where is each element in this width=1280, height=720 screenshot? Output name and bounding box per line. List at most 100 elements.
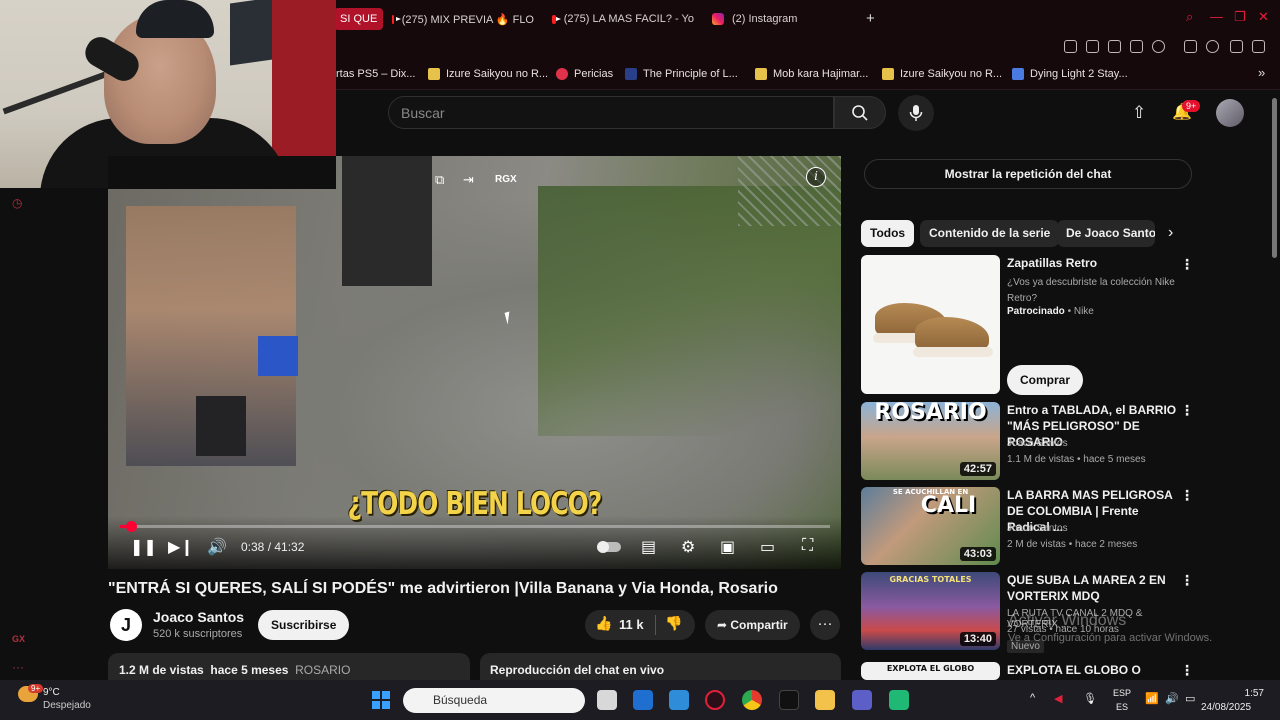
show-chat-replay-button[interactable]: Mostrar la repetición del chat: [864, 159, 1192, 189]
extensions-icon[interactable]: [1184, 40, 1197, 53]
bookmarks-more-button[interactable]: »: [1258, 65, 1265, 80]
screenshot-icon[interactable]: [1086, 40, 1099, 53]
video-title[interactable]: QUE SUBA LA MAREA 2 EN VORTERIX MDQ: [1007, 572, 1179, 604]
ad-cta-button[interactable]: Comprar: [1007, 365, 1084, 395]
more-actions-button[interactable]: ···: [810, 610, 840, 640]
settings-gear-icon[interactable]: ⚙: [681, 537, 695, 557]
sidebar-more-icon[interactable]: ···: [12, 660, 24, 674]
recommended-video[interactable]: ROSARIO 42:57 Entro a TABLADA, el BARRIO…: [861, 402, 1196, 480]
subtitles-icon[interactable]: ▤: [641, 537, 656, 557]
weather-description[interactable]: Despejado: [43, 700, 91, 711]
chrome-icon[interactable]: [742, 690, 762, 710]
file-explorer-icon[interactable]: [815, 690, 835, 710]
search-button[interactable]: [834, 96, 886, 129]
thumbs-down-icon[interactable]: 👎: [665, 615, 682, 632]
ad-title[interactable]: Zapatillas Retro: [1007, 256, 1097, 270]
browser-search-icon[interactable]: ⌕: [1186, 9, 1193, 25]
tab-active[interactable]: SI QUE: [334, 8, 384, 30]
tab-instagram[interactable]: (2) Instagram: [712, 8, 797, 30]
recommended-video[interactable]: SE ACUCHILLAN EN CALI 43:03 LA BARRA MAS…: [861, 487, 1196, 565]
video-menu-icon[interactable]: ⋮: [1180, 402, 1194, 419]
bookmark-item[interactable]: The Principle of L...: [625, 68, 738, 80]
tray-app-icon[interactable]: ◀: [1054, 692, 1062, 705]
pin-icon[interactable]: [1064, 40, 1077, 53]
bookmark-item[interactable]: Mob kara Hajimar...: [755, 68, 868, 80]
bookmark-item[interactable]: Izure Saikyou no R...: [428, 68, 548, 80]
play-icon[interactable]: [1130, 40, 1143, 53]
video-thumbnail[interactable]: SE ACUCHILLAN EN CALI 43:03: [861, 487, 1000, 565]
info-icon[interactable]: i: [806, 167, 826, 187]
video-thumbnail[interactable]: ROSARIO 42:57: [861, 402, 1000, 480]
teams-icon[interactable]: [852, 690, 872, 710]
tiktok-icon[interactable]: [779, 690, 799, 710]
channel-name[interactable]: Joaco Santos: [153, 609, 244, 625]
miniplayer-icon[interactable]: ▣: [720, 537, 735, 557]
minimize-icon[interactable]: —: [1210, 9, 1223, 24]
subscribe-button[interactable]: Suscribirse: [258, 610, 350, 640]
share-button[interactable]: ➦ Compartir: [705, 610, 800, 640]
thumbs-up-icon[interactable]: 👍: [595, 615, 612, 632]
video-menu-icon[interactable]: ⋮: [1180, 662, 1194, 679]
taskbar-date[interactable]: 24/08/2025: [1201, 702, 1251, 713]
progress-bar[interactable]: [120, 525, 830, 528]
rgx-label[interactable]: RGX: [495, 174, 517, 185]
menu-icon[interactable]: [1252, 40, 1265, 53]
exit-icon[interactable]: ⇥: [463, 172, 474, 188]
keyboard-layout[interactable]: ES: [1116, 702, 1128, 712]
upload-icon[interactable]: ⇧: [1132, 103, 1146, 123]
taskbar-clock[interactable]: 1:57: [1214, 688, 1264, 699]
whatsapp-icon[interactable]: [889, 690, 909, 710]
video-thumbnail[interactable]: GRACIAS TOTALES 13:40: [861, 572, 1000, 650]
channel-avatar[interactable]: J: [110, 609, 142, 641]
volume-icon[interactable]: 🔊: [207, 537, 227, 557]
page-scrollbar-thumb[interactable]: [1272, 98, 1277, 258]
block-icon[interactable]: [1108, 40, 1121, 53]
outlook-icon[interactable]: [633, 690, 653, 710]
video-thumbnail[interactable]: EXPLOTA EL GLOBO: [861, 662, 1000, 680]
history-icon[interactable]: ◷: [12, 196, 22, 210]
account-avatar[interactable]: [1216, 99, 1244, 127]
close-icon[interactable]: ✕: [1258, 9, 1269, 25]
weather-temperature[interactable]: 9°C: [43, 687, 60, 698]
bookmark-item[interactable]: rtas PS5 – Dix...: [336, 68, 415, 80]
like-count[interactable]: 11 k: [619, 617, 644, 632]
recommended-video[interactable]: EXPLOTA EL GLOBO EXPLOTA EL GLOBO O ⋮: [861, 662, 1196, 680]
profile-icon[interactable]: [1206, 40, 1219, 53]
taskbar-search-input[interactable]: Búsqueda: [403, 688, 585, 713]
tab-la-mas-facil[interactable]: (275) LA MAS FACIL? - Yo: [552, 8, 694, 30]
heart-icon[interactable]: [1152, 40, 1165, 53]
tray-mic-icon[interactable]: 🎙: [1083, 692, 1097, 705]
next-icon[interactable]: ▶❙: [168, 537, 194, 557]
fullscreen-icon[interactable]: ⛶: [802, 537, 813, 555]
video-title[interactable]: EXPLOTA EL GLOBO O: [1007, 662, 1179, 678]
video-player[interactable]: ⧉ ⇥ RGX i ¿TODO BIEN LOCO? ❚❚ ▶❙ 🔊 0:38 …: [108, 156, 841, 569]
windows-start-icon[interactable]: [372, 691, 390, 709]
chat-replay-panel[interactable]: Reproducción del chat en vivo: [480, 653, 841, 680]
ad-menu-icon[interactable]: ⋮: [1180, 256, 1194, 273]
tray-chevron-up-icon[interactable]: ^: [1030, 692, 1035, 704]
task-view-icon[interactable]: [597, 690, 617, 710]
autoplay-toggle[interactable]: [597, 541, 621, 553]
hashtag[interactable]: ROSARIO: [295, 663, 350, 677]
maximize-icon[interactable]: ❐: [1234, 9, 1246, 25]
ad-thumbnail[interactable]: [861, 255, 1000, 394]
tab-mix-previa[interactable]: (275) MIX PREVIA 🔥 FLO: [392, 8, 534, 30]
chip-from-channel[interactable]: De Joaco Santos: [1057, 220, 1155, 247]
battery-icon[interactable]: ▭: [1185, 692, 1195, 705]
video-menu-icon[interactable]: ⋮: [1180, 487, 1194, 504]
copy-icon[interactable]: ⧉: [435, 172, 444, 188]
opera-gx-icon[interactable]: [705, 690, 725, 710]
gx-icon[interactable]: GX: [12, 634, 25, 644]
theater-mode-icon[interactable]: ▭: [760, 537, 775, 557]
download-icon[interactable]: [1230, 40, 1243, 53]
video-menu-icon[interactable]: ⋮: [1180, 572, 1194, 589]
search-input[interactable]: Buscar: [388, 96, 834, 129]
input-language[interactable]: ESP: [1113, 688, 1131, 698]
bookmark-item[interactable]: Izure Saikyou no R...: [882, 68, 1002, 80]
speaker-icon[interactable]: 🔊: [1165, 692, 1179, 705]
video-channel[interactable]: Joaco Santos: [1007, 523, 1068, 534]
wifi-icon[interactable]: 📶: [1145, 692, 1159, 705]
description-box[interactable]: 1.2 M de vistas hace 5 meses ROSARIO: [108, 653, 470, 680]
video-channel[interactable]: Joaco Santos: [1007, 438, 1068, 449]
progress-scrubber[interactable]: [126, 521, 137, 532]
